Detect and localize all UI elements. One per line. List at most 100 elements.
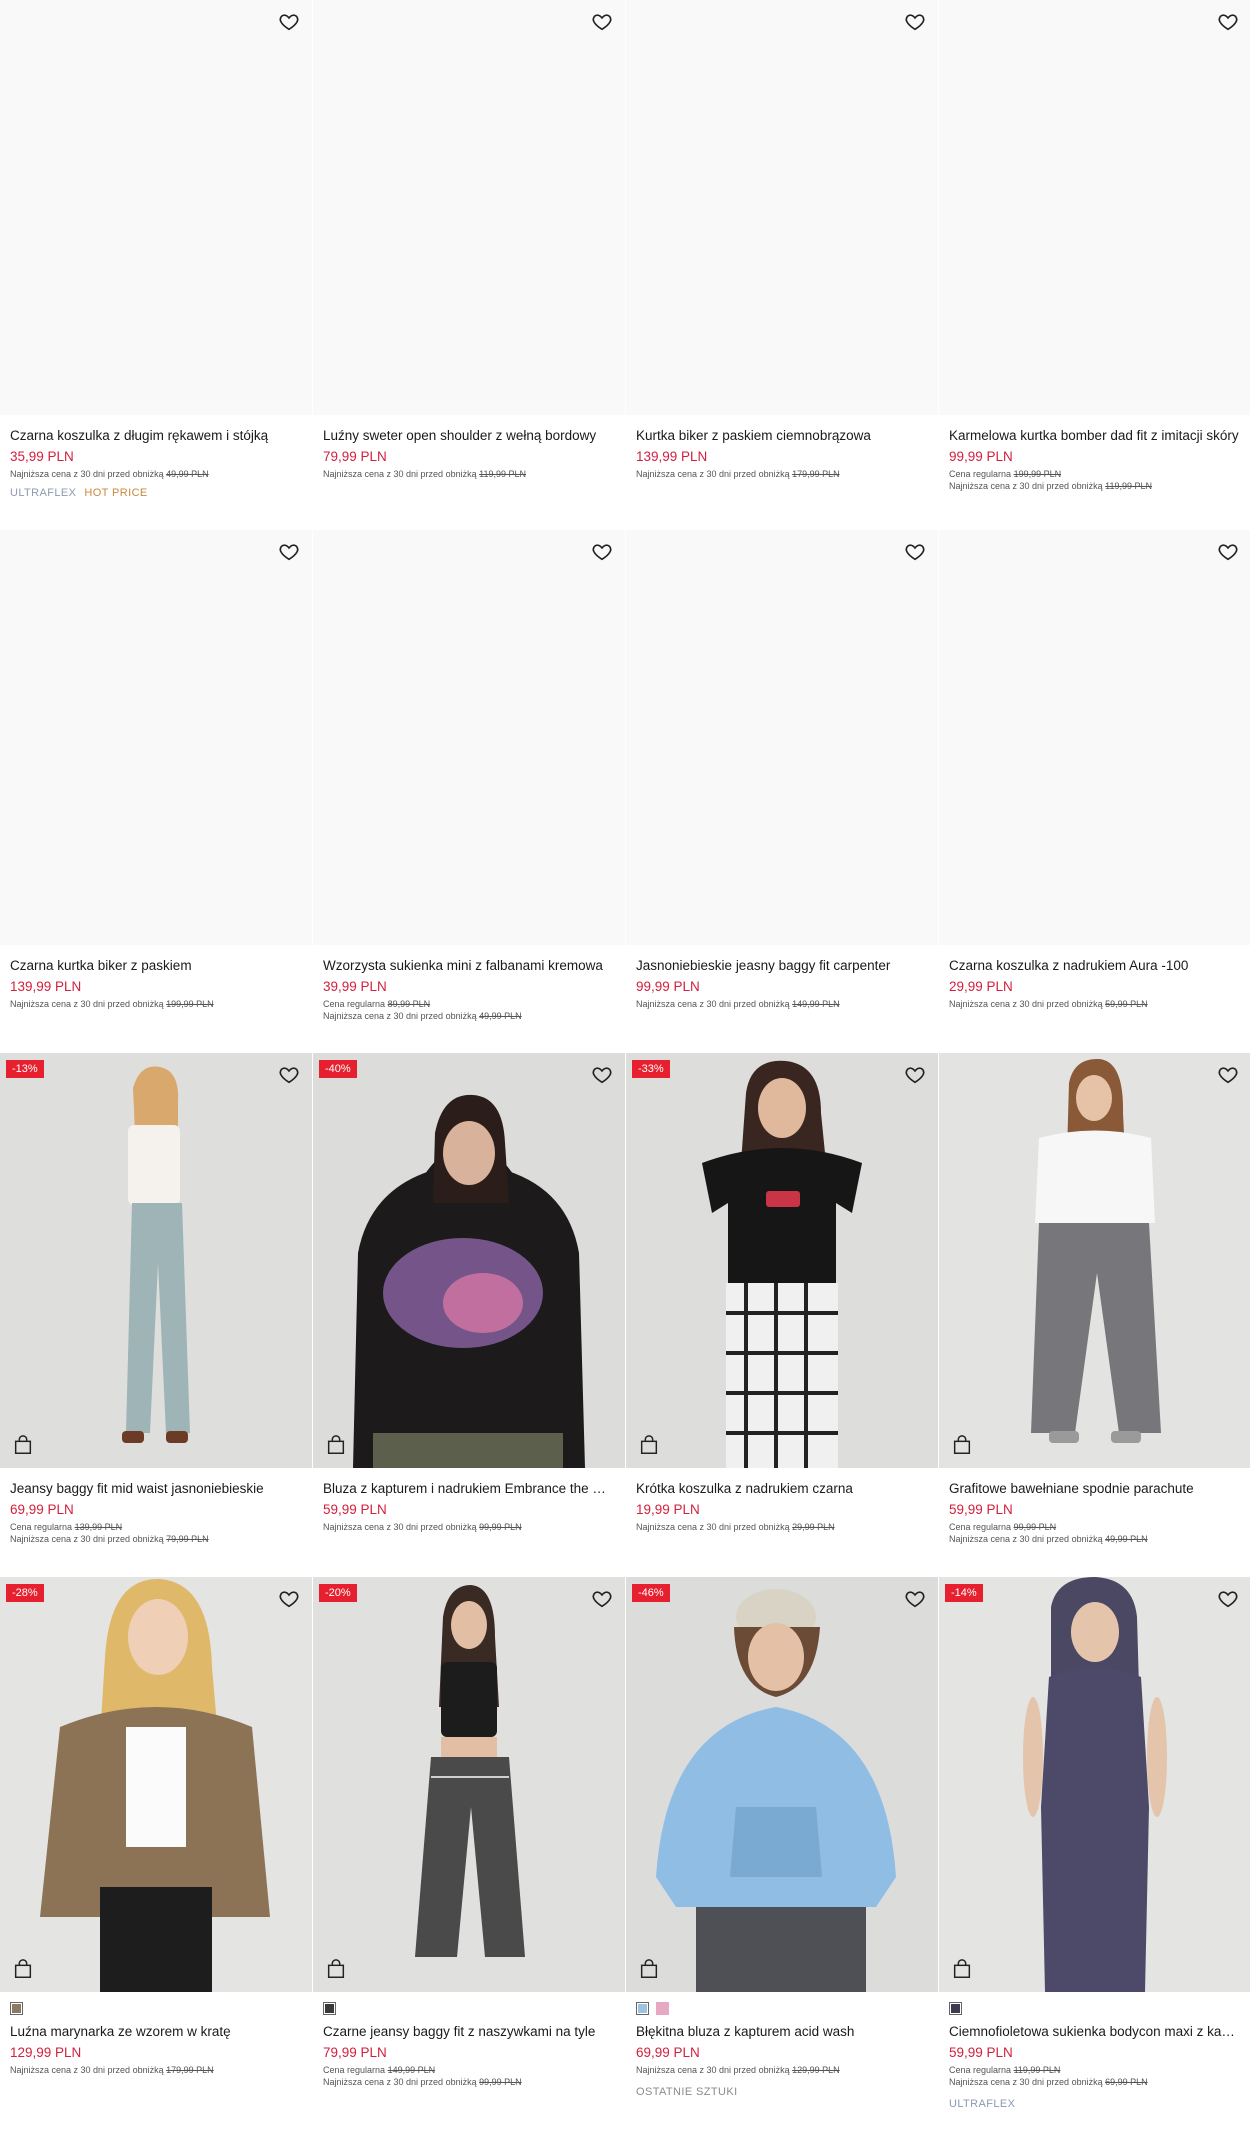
product-image[interactable]: [626, 530, 938, 945]
color-swatch[interactable]: [10, 2002, 23, 2015]
heart-icon[interactable]: [904, 11, 926, 33]
heart-icon[interactable]: [1217, 541, 1239, 563]
heart-icon[interactable]: [1217, 1064, 1239, 1086]
product-card[interactable]: Grafitowe bawełniane spodnie parachute 5…: [939, 1053, 1250, 1573]
product-card[interactable]: -33% Krótka koszulka z nadrukiem czarna …: [626, 1053, 938, 1573]
product-title[interactable]: Jasnoniebieskie jeasny baggy fit carpent…: [636, 957, 928, 975]
product-price: 99,99 PLN: [636, 979, 700, 994]
color-swatch[interactable]: [949, 2002, 962, 2015]
product-image[interactable]: [626, 1577, 938, 1992]
shopping-bag-icon[interactable]: [638, 1958, 660, 1980]
heart-icon[interactable]: [278, 1588, 300, 1610]
product-card[interactable]: -28% Luźna marynarka ze wzorem w kratę 1…: [0, 1577, 312, 2132]
product-card[interactable]: -20% Czarne jeansy baggy fit z naszywkam…: [313, 1577, 625, 2132]
heart-icon[interactable]: [278, 11, 300, 33]
product-image[interactable]: [939, 1053, 1250, 1468]
product-image[interactable]: [626, 1053, 938, 1468]
shopping-bag-icon[interactable]: [325, 1434, 347, 1456]
product-card[interactable]: Kurtka biker z paskiem ciemnobrązowa 139…: [626, 0, 938, 520]
product-price: 59,99 PLN: [323, 1502, 387, 1517]
product-image[interactable]: [313, 1577, 625, 1992]
heart-icon[interactable]: [591, 11, 613, 33]
product-photo: [313, 1577, 625, 1992]
product-image[interactable]: [313, 1053, 625, 1468]
product-card[interactable]: Karmelowa kurtka bomber dad fit z imitac…: [939, 0, 1250, 520]
heart-icon[interactable]: [591, 1064, 613, 1086]
color-swatch[interactable]: [656, 2002, 669, 2015]
discount-badge: -28%: [6, 1584, 44, 1602]
product-title[interactable]: Czarne jeansy baggy fit z naszywkami na …: [323, 2023, 615, 2041]
color-swatch[interactable]: [636, 2002, 649, 2015]
lowest-price-note: Najniższa cena z 30 dni przed obniżką 99…: [323, 1522, 522, 1532]
product-title[interactable]: Karmelowa kurtka bomber dad fit z imitac…: [949, 427, 1241, 445]
heart-icon[interactable]: [904, 1064, 926, 1086]
heart-icon[interactable]: [278, 1064, 300, 1086]
product-title[interactable]: Luźny sweter open shoulder z wełną bordo…: [323, 427, 615, 445]
ultraflex-tag: ULTRAFLEX: [949, 2098, 1016, 2110]
product-title[interactable]: Bluza z kapturem i nadrukiem Embrance th…: [323, 1480, 615, 1498]
product-title[interactable]: Czarna kurtka biker z paskiem: [10, 957, 302, 975]
last-items-tag: OSTATNIE SZTUKI: [636, 2086, 738, 2098]
product-card[interactable]: -13% Jeansy baggy fit mid waist jasnonie…: [0, 1053, 312, 1573]
product-image[interactable]: [0, 530, 312, 945]
heart-icon[interactable]: [1217, 11, 1239, 33]
heart-icon[interactable]: [591, 1588, 613, 1610]
product-card[interactable]: Jasnoniebieskie jeasny baggy fit carpent…: [626, 530, 938, 1050]
product-card[interactable]: -40% Bluza z kapturem i nadrukiem Embran…: [313, 1053, 625, 1573]
product-image[interactable]: [0, 1053, 312, 1468]
product-price: 139,99 PLN: [636, 449, 708, 464]
shopping-bag-icon[interactable]: [12, 1434, 34, 1456]
product-card[interactable]: Czarna koszulka z nadrukiem Aura -100 29…: [939, 530, 1250, 1050]
product-title[interactable]: Jeansy baggy fit mid waist jasnoniebiesk…: [10, 1480, 302, 1498]
product-price: 129,99 PLN: [10, 2045, 82, 2060]
product-image[interactable]: [313, 0, 625, 415]
product-image[interactable]: [939, 0, 1250, 415]
heart-icon[interactable]: [591, 541, 613, 563]
product-price: 39,99 PLN: [323, 979, 387, 994]
shopping-bag-icon[interactable]: [638, 1434, 660, 1456]
product-title[interactable]: Czarna koszulka z długim rękawem i stójk…: [10, 427, 302, 445]
lowest-price-note: Najniższa cena z 30 dni przed obniżką 14…: [636, 999, 840, 1009]
lowest-price-note: Najniższa cena z 30 dni przed obniżką 19…: [10, 999, 214, 1009]
heart-icon[interactable]: [904, 541, 926, 563]
product-title[interactable]: Ciemnofioletowa sukienka bodycon maxi z …: [949, 2023, 1241, 2041]
discount-badge: -20%: [319, 1584, 357, 1602]
product-title[interactable]: Luźna marynarka ze wzorem w kratę: [10, 2023, 302, 2041]
shopping-bag-icon[interactable]: [325, 1958, 347, 1980]
product-title[interactable]: Krótka koszulka z nadrukiem czarna: [636, 1480, 928, 1498]
hot-price-tag: HOT PRICE: [84, 487, 148, 499]
heart-icon[interactable]: [278, 541, 300, 563]
lowest-price-note: Najniższa cena z 30 dni przed obniżką 12…: [636, 2065, 840, 2075]
regular-price-note: Cena regularna 89,99 PLN: [323, 999, 431, 1009]
product-title[interactable]: Wzorzysta sukienka mini z falbanami krem…: [323, 957, 615, 975]
product-card[interactable]: -14% Ciemnofioletowa sukienka bodycon ma…: [939, 1577, 1250, 2132]
regular-price-note: Cena regularna 99,99 PLN: [949, 1522, 1057, 1532]
product-image[interactable]: [0, 0, 312, 415]
product-image[interactable]: [0, 1577, 312, 1992]
product-title[interactable]: Błękitna bluza z kapturem acid wash: [636, 2023, 928, 2041]
shopping-bag-icon[interactable]: [951, 1958, 973, 1980]
lowest-price-note: Najniższa cena z 30 dni przed obniżką 11…: [949, 481, 1152, 491]
product-card[interactable]: Czarna kurtka biker z paskiem 139,99 PLN…: [0, 530, 312, 1050]
lowest-price-note: Najniższa cena z 30 dni przed obniżką 49…: [949, 1534, 1148, 1544]
color-swatches: [949, 2002, 962, 2015]
product-card[interactable]: -46% Błękitna bluza z kapturem acid wash…: [626, 1577, 938, 2132]
lowest-price-note: Najniższa cena z 30 dni przed obniżką 49…: [323, 1011, 522, 1021]
product-image[interactable]: [626, 0, 938, 415]
heart-icon[interactable]: [904, 1588, 926, 1610]
regular-price-note: Cena regularna 199,99 PLN: [949, 469, 1062, 479]
product-image[interactable]: [939, 1577, 1250, 1992]
product-image[interactable]: [939, 530, 1250, 945]
shopping-bag-icon[interactable]: [12, 1958, 34, 1980]
product-price: 59,99 PLN: [949, 2045, 1013, 2060]
product-title[interactable]: Grafitowe bawełniane spodnie parachute: [949, 1480, 1241, 1498]
product-image[interactable]: [313, 530, 625, 945]
color-swatch[interactable]: [323, 2002, 336, 2015]
product-title[interactable]: Czarna koszulka z nadrukiem Aura -100: [949, 957, 1241, 975]
product-card[interactable]: Wzorzysta sukienka mini z falbanami krem…: [313, 530, 625, 1050]
product-title[interactable]: Kurtka biker z paskiem ciemnobrązowa: [636, 427, 928, 445]
heart-icon[interactable]: [1217, 1588, 1239, 1610]
shopping-bag-icon[interactable]: [951, 1434, 973, 1456]
product-card[interactable]: Czarna koszulka z długim rękawem i stójk…: [0, 0, 312, 520]
product-card[interactable]: Luźny sweter open shoulder z wełną bordo…: [313, 0, 625, 520]
